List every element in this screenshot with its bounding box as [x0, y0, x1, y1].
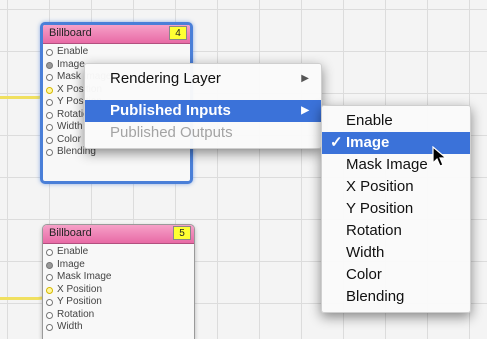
submenu-item-blending[interactable]: Blending — [322, 286, 470, 308]
submenu-item-label: Mask Image — [346, 156, 428, 173]
published-inputs-submenu: Enable ✓ Image Mask Image X Position Y P… — [321, 105, 471, 313]
port-label: Rotation — [57, 308, 95, 320]
port-dot-icon[interactable] — [46, 61, 53, 69]
mouse-pointer-icon — [432, 146, 448, 167]
port-dot-icon[interactable] — [46, 99, 53, 106]
port-dot-icon[interactable] — [46, 111, 53, 119]
submenu-item-color[interactable]: Color — [322, 264, 470, 286]
port-dot-icon[interactable] — [46, 74, 53, 81]
patch-header[interactable]: Billboard 4 — [43, 25, 190, 44]
submenu-item-label: Enable — [346, 112, 393, 129]
submenu-item-label: X Position — [346, 178, 414, 195]
input-port[interactable]: Enable — [43, 46, 190, 59]
port-label: Image — [57, 58, 85, 70]
billboard-patch-5[interactable]: Billboard 5 Enable Image Mask Image X Po… — [42, 224, 195, 339]
port-label: Enable — [57, 246, 89, 257]
patch-header[interactable]: Billboard 5 — [43, 225, 194, 244]
port-label: Color — [57, 133, 81, 145]
patch-title: Billboard — [49, 227, 92, 239]
port-label: Y Position — [57, 296, 102, 307]
input-port[interactable]: X Position — [43, 284, 194, 297]
patch-title: Billboard — [49, 27, 92, 39]
port-dot-icon[interactable] — [46, 261, 53, 269]
submenu-item-label: Width — [346, 244, 385, 261]
submenu-arrow-icon: ▶ — [301, 105, 309, 116]
menu-item-label: Rendering Layer — [110, 70, 221, 87]
port-label: Width — [57, 321, 83, 332]
port-dot-icon[interactable] — [46, 136, 53, 144]
port-dot-icon[interactable] — [46, 124, 53, 131]
submenu-item-label: Rotation — [346, 222, 402, 239]
submenu-item-rotation[interactable]: Rotation — [322, 220, 470, 242]
menu-item-rendering-layer[interactable]: Rendering Layer ▶ — [85, 68, 321, 90]
submenu-item-width[interactable]: Width — [322, 242, 470, 264]
menu-item-published-inputs[interactable]: Published Inputs ▶ — [85, 100, 321, 122]
input-port[interactable]: Image — [43, 259, 194, 272]
port-dot-icon[interactable] — [46, 299, 53, 306]
port-list: Enable Image Mask Image X Position Y Pos… — [43, 244, 194, 334]
input-port[interactable]: Mask Image — [43, 271, 194, 284]
context-menu: Rendering Layer ▶ Published Inputs ▶ Pub… — [84, 63, 322, 149]
checkmark-icon: ✓ — [330, 134, 343, 151]
submenu-item-x-position[interactable]: X Position — [322, 176, 470, 198]
patch-index-badge: 5 — [173, 226, 191, 240]
port-dot-icon[interactable] — [46, 311, 53, 319]
port-label: Width — [57, 121, 83, 132]
input-port[interactable]: Enable — [43, 246, 194, 259]
port-dot-icon[interactable] — [46, 324, 53, 331]
submenu-arrow-icon: ▶ — [301, 73, 309, 84]
port-dot-icon[interactable] — [46, 86, 53, 94]
port-dot-icon[interactable] — [46, 49, 53, 56]
menu-separator — [85, 90, 321, 100]
patch-index-badge: 4 — [169, 26, 187, 40]
input-port[interactable]: Rotation — [43, 309, 194, 322]
input-port[interactable]: Y Position — [43, 296, 194, 309]
port-dot-icon[interactable] — [46, 286, 53, 294]
submenu-item-label: Image — [346, 134, 390, 151]
port-label: X Position — [57, 283, 103, 295]
submenu-item-label: Color — [346, 266, 382, 283]
submenu-item-label: Y Position — [346, 200, 414, 217]
submenu-item-label: Blending — [346, 288, 405, 305]
port-dot-icon[interactable] — [46, 149, 53, 156]
input-port[interactable]: Width — [43, 321, 194, 334]
menu-item-label: Published Outputs — [110, 124, 233, 141]
port-label: Image — [57, 258, 85, 270]
submenu-item-enable[interactable]: Enable — [322, 110, 470, 132]
port-label: Mask Image — [57, 271, 112, 282]
menu-item-published-outputs: Published Outputs — [85, 122, 321, 144]
submenu-item-y-position[interactable]: Y Position — [322, 198, 470, 220]
port-dot-icon[interactable] — [46, 249, 53, 256]
menu-item-label: Published Inputs — [110, 102, 231, 119]
port-label: Enable — [57, 46, 89, 57]
port-dot-icon[interactable] — [46, 274, 53, 281]
